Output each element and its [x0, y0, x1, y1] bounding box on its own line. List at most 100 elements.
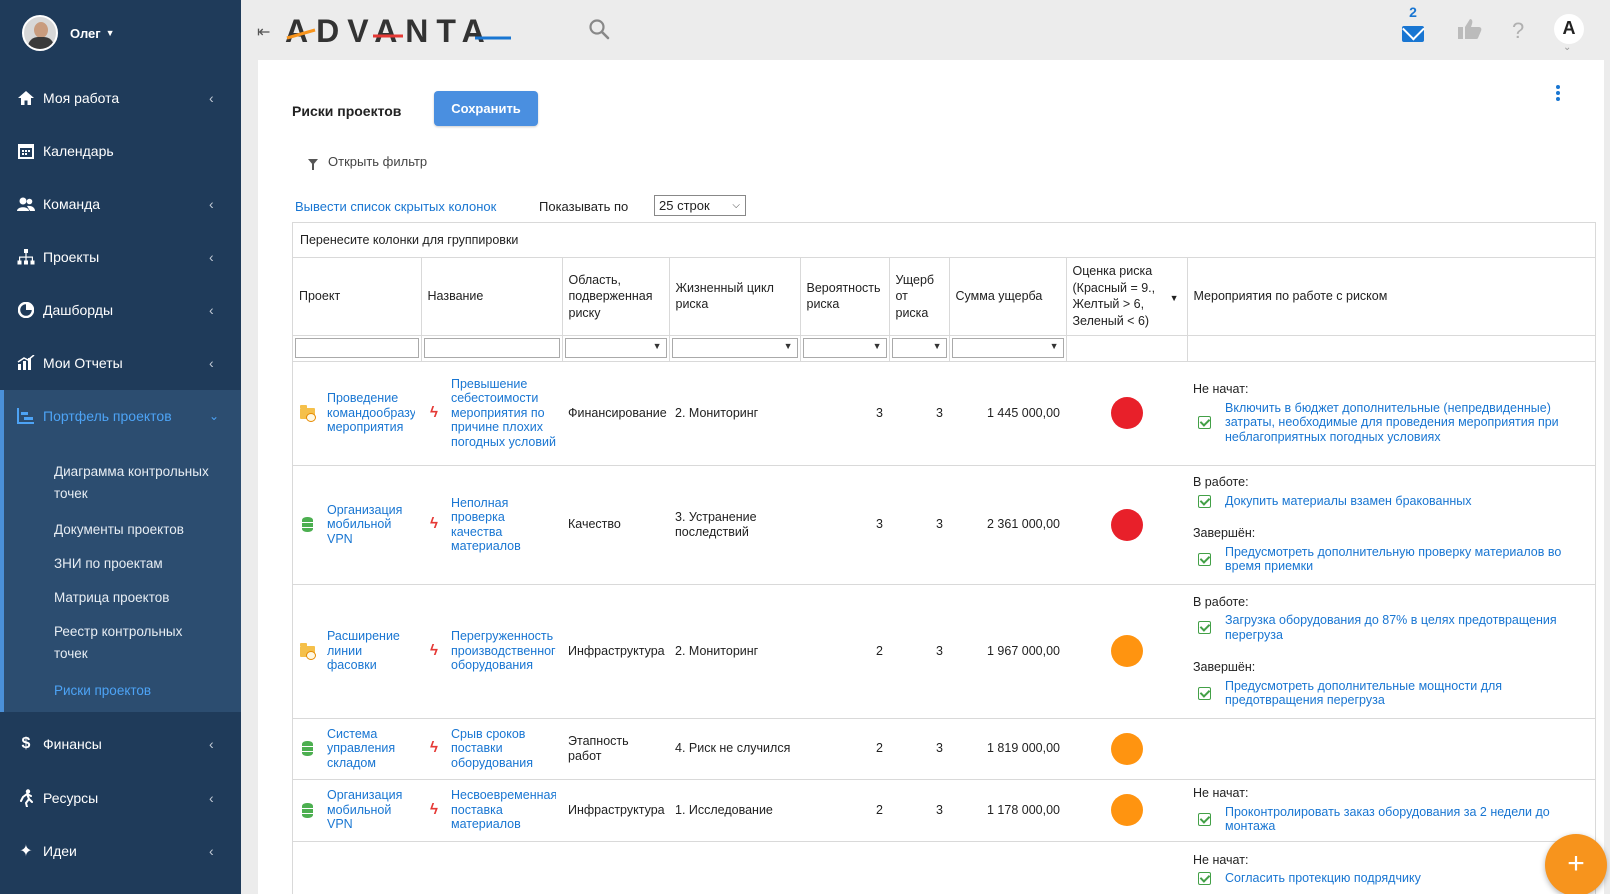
filter-select-probability[interactable]: ▼ — [802, 338, 887, 358]
table-row[interactable]: Не начат: Согласить протекцию подрядчику — [293, 841, 1595, 894]
action-item[interactable]: Включить в бюджет дополнительные (непред… — [1193, 401, 1589, 445]
caret-down-icon[interactable]: ▼ — [106, 28, 115, 38]
amount-cell: 2 361 000,00 — [949, 465, 1066, 585]
table-row[interactable]: Расширение линии фасовки ϟ Перегруженность… — [293, 584, 1595, 719]
sidebar-item-team[interactable]: Команда ‹ — [0, 186, 241, 222]
sidebar-item-finance[interactable]: $ Финансы ‹ — [0, 726, 241, 762]
action-item[interactable]: Согласить протекцию подрядчику — [1193, 871, 1589, 886]
column-header-area[interactable]: Область, подверженная риску — [562, 258, 670, 336]
sidebar-item-my-reports[interactable]: Мои Отчеты ‹ — [0, 345, 241, 381]
sidebar-item-portfolio[interactable]: Портфель проектов ⌄ — [0, 398, 241, 434]
home-icon — [17, 89, 35, 107]
actions-cell — [1187, 718, 1595, 780]
column-header-lifecycle[interactable]: Жизненный цикл риска — [669, 258, 801, 336]
hierarchy-icon — [17, 248, 35, 266]
search-icon[interactable] — [588, 18, 610, 40]
filter-input-project[interactable] — [295, 338, 419, 358]
subnav-project-risks[interactable]: Риски проектов — [54, 680, 151, 702]
filter-select-amount[interactable]: ▼ — [951, 338, 1064, 358]
assessment-cell — [1066, 718, 1187, 780]
action-item[interactable]: Загрузка оборудования до 87% в целях пре… — [1193, 613, 1589, 642]
save-button[interactable]: Сохранить — [434, 91, 538, 126]
sidebar-item-projects[interactable]: Проекты ‹ — [0, 239, 241, 275]
assessment-cell — [1066, 841, 1187, 894]
action-link[interactable]: Загрузка оборудования до 87% в целях пре… — [1225, 613, 1589, 642]
sidebar-item-label: Команда — [43, 196, 101, 212]
filter-input-name[interactable] — [423, 338, 560, 358]
sidebar-item-ideas[interactable]: ✦ Идеи ‹ — [0, 833, 241, 869]
column-header-probability[interactable]: Вероятность риска — [800, 258, 890, 336]
folder-icon — [299, 404, 316, 422]
group-drop-zone[interactable]: Перенесите колонки для группировки — [293, 223, 1595, 258]
table-row[interactable]: Организация мобильной VPN ϟ Неполная прове… — [293, 465, 1595, 585]
subnav-milestone-diagram[interactable]: Диаграмма контрольных точек — [54, 461, 241, 505]
action-item[interactable]: Предусмотреть дополнительную проверку ма… — [1193, 545, 1589, 574]
help-icon[interactable]: ? — [1512, 18, 1524, 44]
thumbs-up-icon[interactable] — [1458, 18, 1482, 46]
sidebar-item-dashboards[interactable]: Дашборды ‹ — [0, 292, 241, 328]
action-link[interactable]: Согласить протекцию подрядчику — [1225, 871, 1421, 886]
filter-select-damage[interactable]: ▼ — [891, 338, 947, 358]
messages-button[interactable]: 2 — [1398, 4, 1428, 46]
filter-select-area[interactable]: ▼ — [564, 338, 667, 358]
collapse-sidebar-icon[interactable]: ⇤ — [257, 22, 270, 42]
add-fab-button[interactable]: + — [1545, 834, 1607, 894]
profile-icon[interactable]: A — [1554, 14, 1584, 44]
table-row[interactable]: Проведение командообразующего мероприяти… — [293, 361, 1595, 466]
lifecycle-cell: 1. Исследование — [669, 779, 800, 842]
rows-per-page-select[interactable]: 25 строк ⌵ — [654, 195, 746, 216]
sort-desc-icon[interactable]: ▼ — [1170, 290, 1179, 307]
probability-cell: 2 — [800, 779, 889, 842]
avatar[interactable] — [22, 15, 58, 51]
project-link[interactable]: Система управления складом — [327, 727, 415, 771]
project-link[interactable]: Проведение командообразующего мероприяти… — [327, 391, 415, 435]
action-link[interactable]: Предусмотреть дополнительные мощности дл… — [1225, 679, 1589, 708]
table-row[interactable]: Система управления складом ϟ Срыв сроков п… — [293, 718, 1595, 780]
lightning-icon: ϟ — [430, 800, 438, 818]
action-link[interactable]: Докупить материалы взамен бракованных — [1225, 494, 1472, 509]
chevron-down-icon[interactable]: ⌄ — [1563, 42, 1571, 53]
sidebar-item-calendar[interactable]: Календарь — [0, 133, 241, 169]
area-cell: Инфраструктура — [562, 584, 669, 719]
amount-cell: 1 819 000,00 — [949, 718, 1066, 780]
action-link[interactable]: Включить в бюджет дополнительные (непред… — [1225, 401, 1589, 445]
user-name[interactable]: Олег — [70, 26, 101, 41]
action-link[interactable]: Предусмотреть дополнительную проверку ма… — [1225, 545, 1589, 574]
column-header-assessment[interactable]: Оценка риска (Красный = 9., Желтый > 6, … — [1066, 258, 1188, 336]
project-cell: Проведение командообразующего мероприяти… — [293, 361, 421, 466]
action-link[interactable]: Проконтролировать заказ оборудования за … — [1225, 805, 1589, 834]
sidebar-item-resources[interactable]: Ресурсы ‹ — [0, 780, 241, 816]
user-menu[interactable]: Олег ▼ — [22, 15, 115, 51]
column-header-amount[interactable]: Сумма ущерба — [949, 258, 1067, 336]
advanta-logo[interactable]: ADVANTA — [285, 12, 515, 56]
area-cell: Финансирование — [562, 361, 669, 466]
subnav-milestone-registry[interactable]: Реестр контрольных точек — [54, 621, 214, 665]
action-item[interactable]: Предусмотреть дополнительные мощности дл… — [1193, 679, 1589, 708]
subnav-change-requests[interactable]: ЗНИ по проектам — [54, 553, 163, 575]
project-link[interactable]: Организация мобильной VPN — [327, 788, 415, 832]
open-filter-label: Открыть фильтр — [328, 154, 428, 169]
action-item[interactable]: Проконтролировать заказ оборудования за … — [1193, 805, 1589, 834]
risk-name-link[interactable]: Неполная проверка качества материалов — [451, 496, 556, 554]
lifecycle-cell: 4. Риск не случился — [669, 718, 800, 780]
subnav-project-matrix[interactable]: Матрица проектов — [54, 587, 169, 609]
open-filter-button[interactable]: Открыть фильтр — [308, 154, 428, 170]
risk-name-link[interactable]: Превышение себестоимости мероприятия по … — [451, 377, 556, 450]
column-header-project[interactable]: Проект — [293, 258, 422, 336]
action-item[interactable]: Докупить материалы взамен бракованных — [1193, 494, 1589, 509]
project-link[interactable]: Расширение линии фасовки — [327, 629, 415, 673]
column-header-damage[interactable]: Ущерб от риска — [889, 258, 950, 336]
hidden-columns-link[interactable]: Вывести список скрытых колонок — [295, 199, 496, 214]
filter-select-lifecycle[interactable]: ▼ — [671, 338, 798, 358]
project-link[interactable]: Организация мобильной VPN — [327, 503, 415, 547]
sidebar-item-my-work[interactable]: Моя работа ‹ — [0, 80, 241, 116]
risk-name-link[interactable]: Перегруженность производственного оборуд… — [451, 629, 556, 673]
risk-name-link[interactable]: Срыв сроков поставки оборудования — [451, 727, 556, 771]
chevron-left-icon: ‹ — [209, 790, 214, 806]
risk-name-link[interactable]: Несвоевременная поставка материалов — [451, 788, 556, 832]
more-options-icon[interactable] — [1553, 84, 1563, 104]
column-header-name[interactable]: Название — [421, 258, 563, 336]
table-row[interactable]: Организация мобильной VPN ϟ Несвоевременна… — [293, 779, 1595, 842]
column-header-actions[interactable]: Мероприятия по работе с риском — [1187, 258, 1595, 336]
subnav-project-documents[interactable]: Документы проектов — [54, 519, 184, 541]
